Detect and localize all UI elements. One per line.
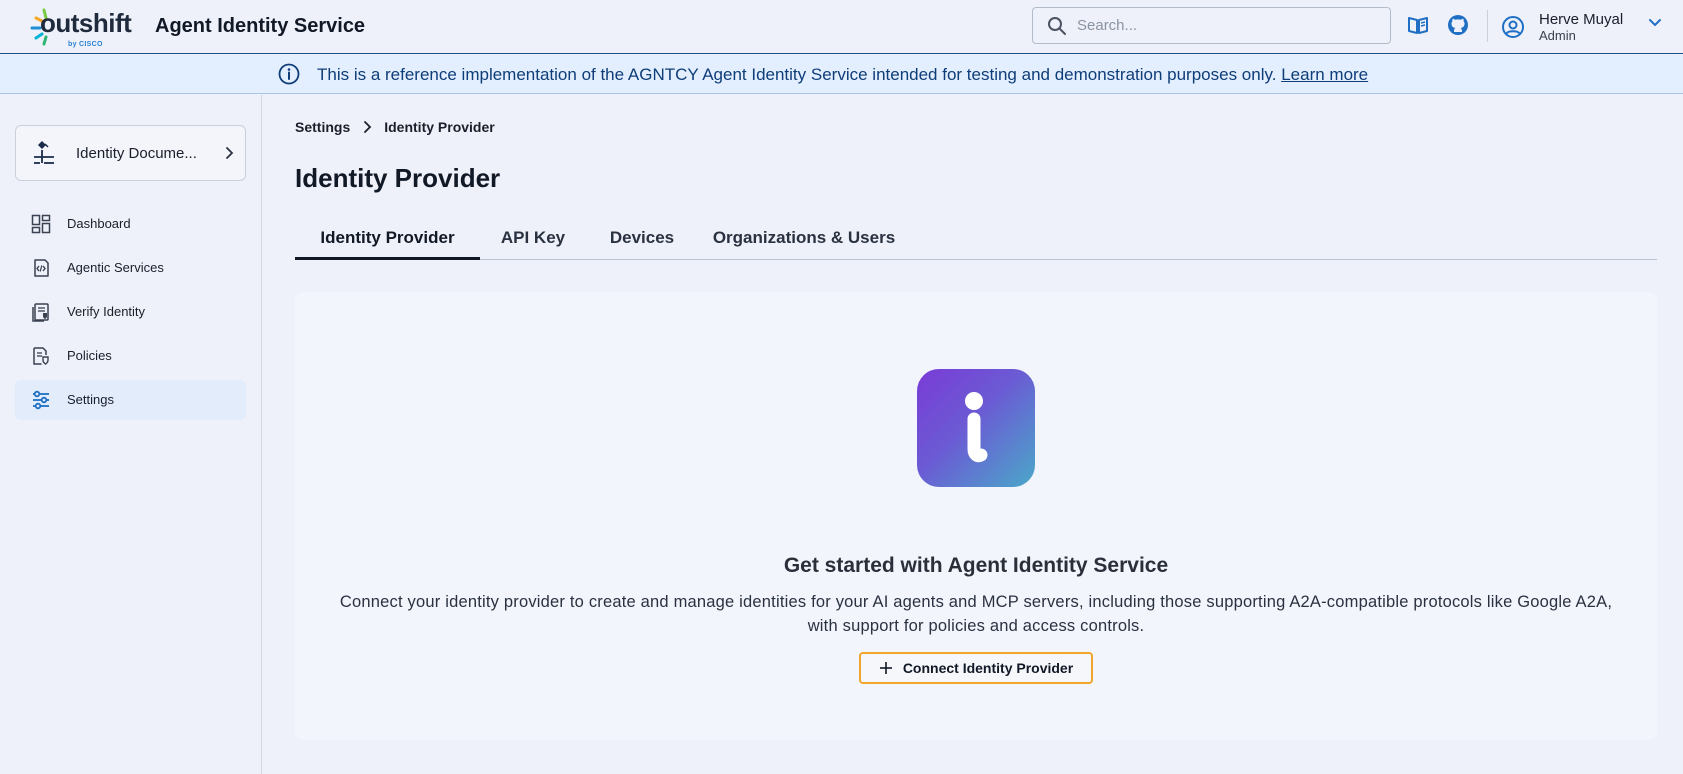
- search-input[interactable]: [1077, 17, 1377, 34]
- search-box[interactable]: [1032, 7, 1391, 44]
- connect-identity-provider-button[interactable]: Connect Identity Provider: [859, 652, 1093, 684]
- sidebar-item-label: Verify Identity: [67, 304, 146, 319]
- banner-text: This is a reference implementation of th…: [317, 65, 1277, 84]
- app-header: outshift by CISCO Agent Identity Service…: [0, 0, 1683, 54]
- logo-byline: by CISCO: [68, 41, 103, 48]
- outshift-logo[interactable]: outshift by CISCO: [30, 4, 142, 50]
- policies-icon: [33, 347, 49, 365]
- info-icon: [278, 63, 300, 85]
- search-icon: [1048, 16, 1066, 35]
- sidebar-item-verify-identity[interactable]: Verify Identity: [15, 292, 246, 332]
- agentic-services-icon: [34, 259, 49, 277]
- verify-identity-icon: [32, 303, 49, 322]
- tab-identity-provider[interactable]: Identity Provider: [295, 214, 480, 260]
- user-circle-icon: [1502, 16, 1524, 38]
- sidebar-item-policies[interactable]: Policies: [15, 336, 246, 376]
- connect-button-label: Connect Identity Provider: [902, 660, 1074, 676]
- breadcrumb-settings-link[interactable]: Settings: [295, 119, 350, 135]
- user-name: Herve Muyal: [1539, 11, 1624, 28]
- sidebar-item-label: Settings: [67, 392, 114, 407]
- notice-banner: This is a reference implementation of th…: [0, 55, 1683, 94]
- sidebar-item-dashboard[interactable]: Dashboard: [15, 204, 246, 244]
- banner-message: This is a reference implementation of th…: [317, 65, 1368, 85]
- breadcrumb: Settings Identity Provider: [295, 119, 495, 135]
- sidebar-item-label: Dashboard: [67, 216, 131, 231]
- info-icon: [965, 392, 988, 463]
- tab-bar: Identity Provider API Key Devices Organi…: [295, 214, 1657, 260]
- book-icon[interactable]: [1406, 13, 1430, 37]
- learn-more-link[interactable]: Learn more: [1281, 65, 1368, 84]
- app-title: Agent Identity Service: [155, 15, 366, 37]
- identity-document-icon: [34, 141, 54, 164]
- sidebar: Identity Docume... Dashboard Agentic Ser…: [0, 95, 262, 774]
- info-hero-icon: [917, 369, 1035, 487]
- plus-icon: [879, 662, 892, 674]
- breadcrumb-current: Identity Provider: [384, 119, 495, 135]
- header-divider: [1487, 10, 1488, 42]
- sidebar-item-settings[interactable]: Settings: [15, 380, 246, 420]
- chevron-right-icon: [364, 121, 372, 133]
- logo-wordmark: outshift: [40, 8, 132, 38]
- page-title: Identity Provider: [295, 163, 501, 193]
- sidebar-item-label: Policies: [67, 348, 112, 363]
- identity-document-label: Identity Docume...: [76, 145, 197, 162]
- empty-state-panel: Get started with Agent Identity Service …: [295, 292, 1657, 740]
- github-icon[interactable]: [1446, 13, 1470, 37]
- sidebar-item-agentic-services[interactable]: Agentic Services: [15, 248, 246, 288]
- identity-document-card[interactable]: Identity Docume...: [15, 125, 246, 181]
- tab-organizations-users[interactable]: Organizations & Users: [698, 214, 910, 260]
- tab-devices[interactable]: Devices: [586, 214, 698, 260]
- tab-api-key[interactable]: API Key: [480, 214, 586, 260]
- user-role: Admin: [1539, 28, 1576, 43]
- chevron-down-icon[interactable]: [1647, 14, 1663, 30]
- user-menu[interactable]: Herve Muyal Admin: [1501, 10, 1671, 44]
- settings-icon: [33, 390, 49, 410]
- dashboard-icon: [31, 214, 51, 234]
- chevron-right-icon: [226, 147, 234, 159]
- empty-state-title: Get started with Agent Identity Service: [783, 554, 1169, 577]
- sidebar-item-label: Agentic Services: [67, 260, 164, 275]
- empty-state-description: Connect your identity provider to create…: [339, 593, 1613, 635]
